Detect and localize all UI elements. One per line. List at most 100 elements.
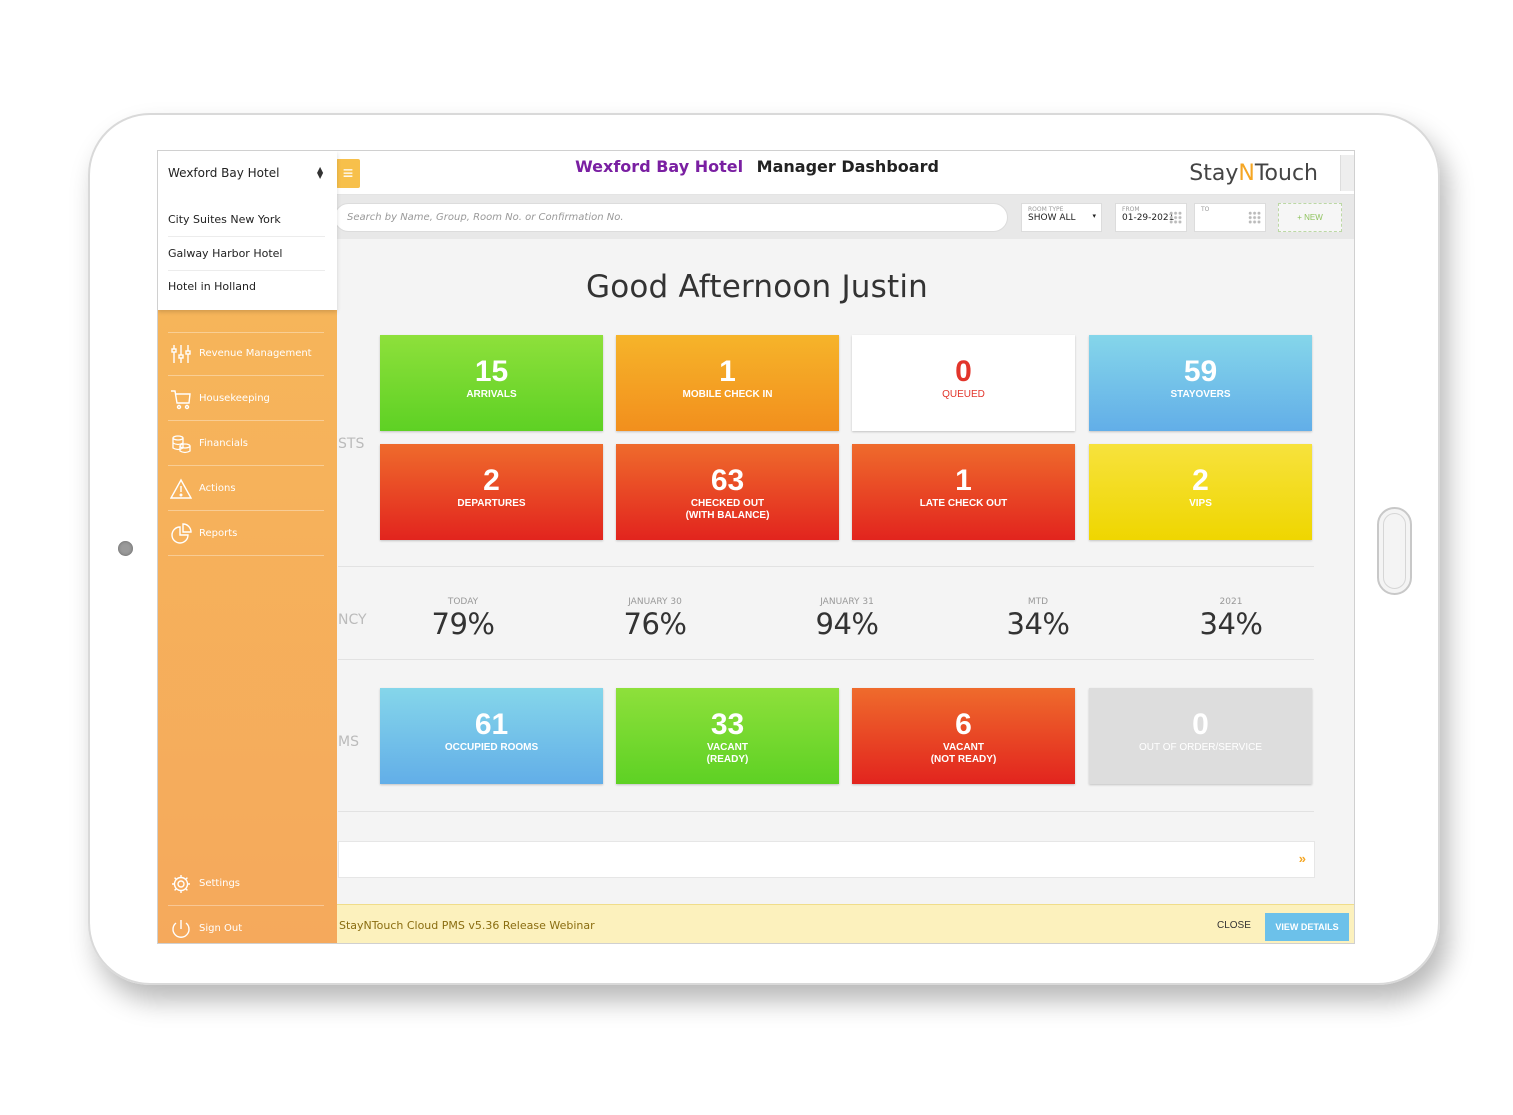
occupancy-section-label: NCY <box>338 612 367 628</box>
coins-icon <box>172 435 191 454</box>
current-hotel[interactable]: Wexford Bay Hotel <box>168 166 279 180</box>
section-divider <box>338 811 1314 812</box>
tile-value: 1 <box>955 464 972 497</box>
stat-value: 76% <box>623 607 687 641</box>
stat-caption: JANUARY 31 <box>820 597 874 607</box>
vacant-not-ready-tile[interactable]: 6 VACANT (NOT READY) <box>852 688 1075 784</box>
calendar-icon <box>1248 211 1261 224</box>
sidebar-item-label: Revenue Management <box>199 348 312 359</box>
tile-value: 2 <box>483 464 500 497</box>
sidebar-item-label: Housekeeping <box>199 393 270 404</box>
tile-label: ARRIVALS <box>466 389 517 400</box>
hotel-option[interactable]: City Suites New York <box>168 203 325 237</box>
gear-icon <box>172 875 190 893</box>
sidebar-item-label: Financials <box>199 438 248 449</box>
page-title: Wexford Bay Hotel Manager Dashboard <box>158 157 1354 176</box>
calendar-icon <box>1169 211 1182 224</box>
room-type-select[interactable]: ROOM TYPE SHOW ALL ▾ <box>1021 203 1102 232</box>
sidebar-item-financials[interactable]: Financials <box>168 421 324 466</box>
new-button[interactable]: + NEW <box>1278 203 1342 232</box>
rooms-section-label: MS <box>338 734 359 750</box>
vacant-ready-tile[interactable]: 33 VACANT (READY) <box>616 688 839 784</box>
sidebar-item-label: Sign Out <box>199 923 243 934</box>
sidebar-item-label: Actions <box>199 483 236 494</box>
tile-value: 0 <box>1192 708 1209 741</box>
sidebar-item-label: Settings <box>199 878 241 889</box>
close-button[interactable]: CLOSE <box>1217 920 1251 931</box>
tile-value: 59 <box>1183 355 1218 388</box>
mobile-check-in-tile[interactable]: 1 MOBILE CHECK IN <box>616 335 839 431</box>
queued-tile[interactable]: 0 QUEUED <box>852 335 1075 431</box>
top-bar: ≡ Wexford Bay Hotel Manager Dashboard St… <box>158 151 1354 195</box>
sidebar-item-settings[interactable]: Settings <box>168 861 324 906</box>
sidebar-item-label: Reports <box>199 528 238 539</box>
greeting-heading: Good Afternoon Justin <box>585 269 929 305</box>
occupancy-stat: JANUARY 30 76% <box>595 597 715 641</box>
out-of-order-tile[interactable]: 0 OUT OF ORDER/SERVICE <box>1089 688 1312 784</box>
select-arrows-icon[interactable]: ▲ ▼ <box>317 166 323 180</box>
tile-value: 15 <box>474 355 509 388</box>
tile-value: 61 <box>474 708 509 741</box>
expand-panel[interactable]: » <box>338 841 1315 878</box>
sidebar-item-revenue-management[interactable]: Revenue Management <box>168 331 324 376</box>
late-check-out-tile[interactable]: 1 LATE CHECK OUT <box>852 444 1075 540</box>
tile-value: 0 <box>955 355 972 388</box>
tile-label: CHECKED OUT (WITH BALANCE) <box>685 498 770 521</box>
section-divider <box>338 659 1314 660</box>
tile-label: OCCUPIED ROOMS <box>444 742 539 753</box>
from-date-field[interactable]: FROM 01-29-2021 <box>1115 203 1187 232</box>
hotel-switcher-dropdown[interactable]: Wexford Bay Hotel ▲ ▼ City Suites New Yor… <box>158 151 337 310</box>
sliders-icon <box>171 345 191 363</box>
stat-value: 79% <box>431 607 495 641</box>
stat-caption: MTD <box>1027 597 1049 607</box>
vips-tile[interactable]: 2 VIPS <box>1089 444 1312 540</box>
stat-caption: TODAY <box>447 597 479 607</box>
hotel-option[interactable]: Hotel in Holland <box>168 270 325 304</box>
stat-caption: JANUARY 30 <box>628 597 682 607</box>
occupied-rooms-tile[interactable]: 61 OCCUPIED ROOMS <box>380 688 603 784</box>
warning-icon <box>170 478 192 499</box>
tile-label: MOBILE CHECK IN <box>682 389 773 400</box>
tile-label: STAYOVERS <box>1170 389 1231 400</box>
tile-label: QUEUED <box>942 389 985 400</box>
tile-value: 2 <box>1192 464 1209 497</box>
arrivals-tile[interactable]: 15 ARRIVALS <box>380 335 603 431</box>
brand-logo: StayNTouch <box>1189 161 1318 186</box>
tile-value: 6 <box>955 708 972 741</box>
occupancy-stat: MTD 34% <box>978 597 1098 641</box>
room-type-value: SHOW ALL <box>1028 213 1076 223</box>
tile-label: DEPARTURES <box>457 498 526 509</box>
hotel-option[interactable]: Galway Harbor Hotel <box>168 237 325 271</box>
checked-out-balance-tile[interactable]: 63 CHECKED OUT (WITH BALANCE) <box>616 444 839 540</box>
tile-label: VACANT (READY) <box>706 742 749 765</box>
stat-caption: 2021 <box>1219 597 1243 607</box>
sidebar-item-sign-out[interactable]: Sign Out <box>168 906 324 943</box>
view-details-button[interactable]: VIEW DETAILS <box>1265 913 1349 941</box>
from-date-value: 01-29-2021 <box>1122 213 1175 223</box>
tile-label: VACANT (NOT READY) <box>930 742 997 765</box>
departures-tile[interactable]: 2 DEPARTURES <box>380 444 603 540</box>
tile-label: LATE CHECK OUT <box>919 498 1008 509</box>
brand-part-3: Touch <box>1254 161 1318 186</box>
brand-part-2: N <box>1238 161 1255 186</box>
tile-label: OUT OF ORDER/SERVICE <box>1139 742 1262 753</box>
search-input[interactable]: Search by Name, Group, Room No. or Confi… <box>334 203 1008 232</box>
to-date-field[interactable]: TO <box>1194 203 1266 232</box>
pie-chart-icon <box>171 523 192 544</box>
activity-icon[interactable] <box>1340 155 1354 191</box>
app-screen: ≡ Wexford Bay Hotel Manager Dashboard St… <box>157 150 1355 944</box>
stat-value: 34% <box>1199 607 1263 641</box>
tile-label: VIPS <box>1189 498 1212 509</box>
header-hotel-name: Wexford Bay Hotel <box>575 157 744 176</box>
stayovers-tile[interactable]: 59 STAYOVERS <box>1089 335 1312 431</box>
sidebar-item-reports[interactable]: Reports <box>168 511 324 556</box>
sidebar-item-actions[interactable]: Actions <box>168 466 324 511</box>
sidebar-item-housekeeping[interactable]: Housekeeping <box>168 376 324 421</box>
double-chevron-down-icon[interactable]: » <box>1299 851 1306 866</box>
home-button[interactable] <box>1377 507 1412 595</box>
stat-value: 34% <box>1006 607 1070 641</box>
header-page-title: Manager Dashboard <box>756 157 939 176</box>
guests-section-label: STS <box>338 436 365 452</box>
notification-text: StayNTouch Cloud PMS v5.36 Release Webin… <box>339 919 595 932</box>
occupancy-stat: TODAY 79% <box>403 597 523 641</box>
